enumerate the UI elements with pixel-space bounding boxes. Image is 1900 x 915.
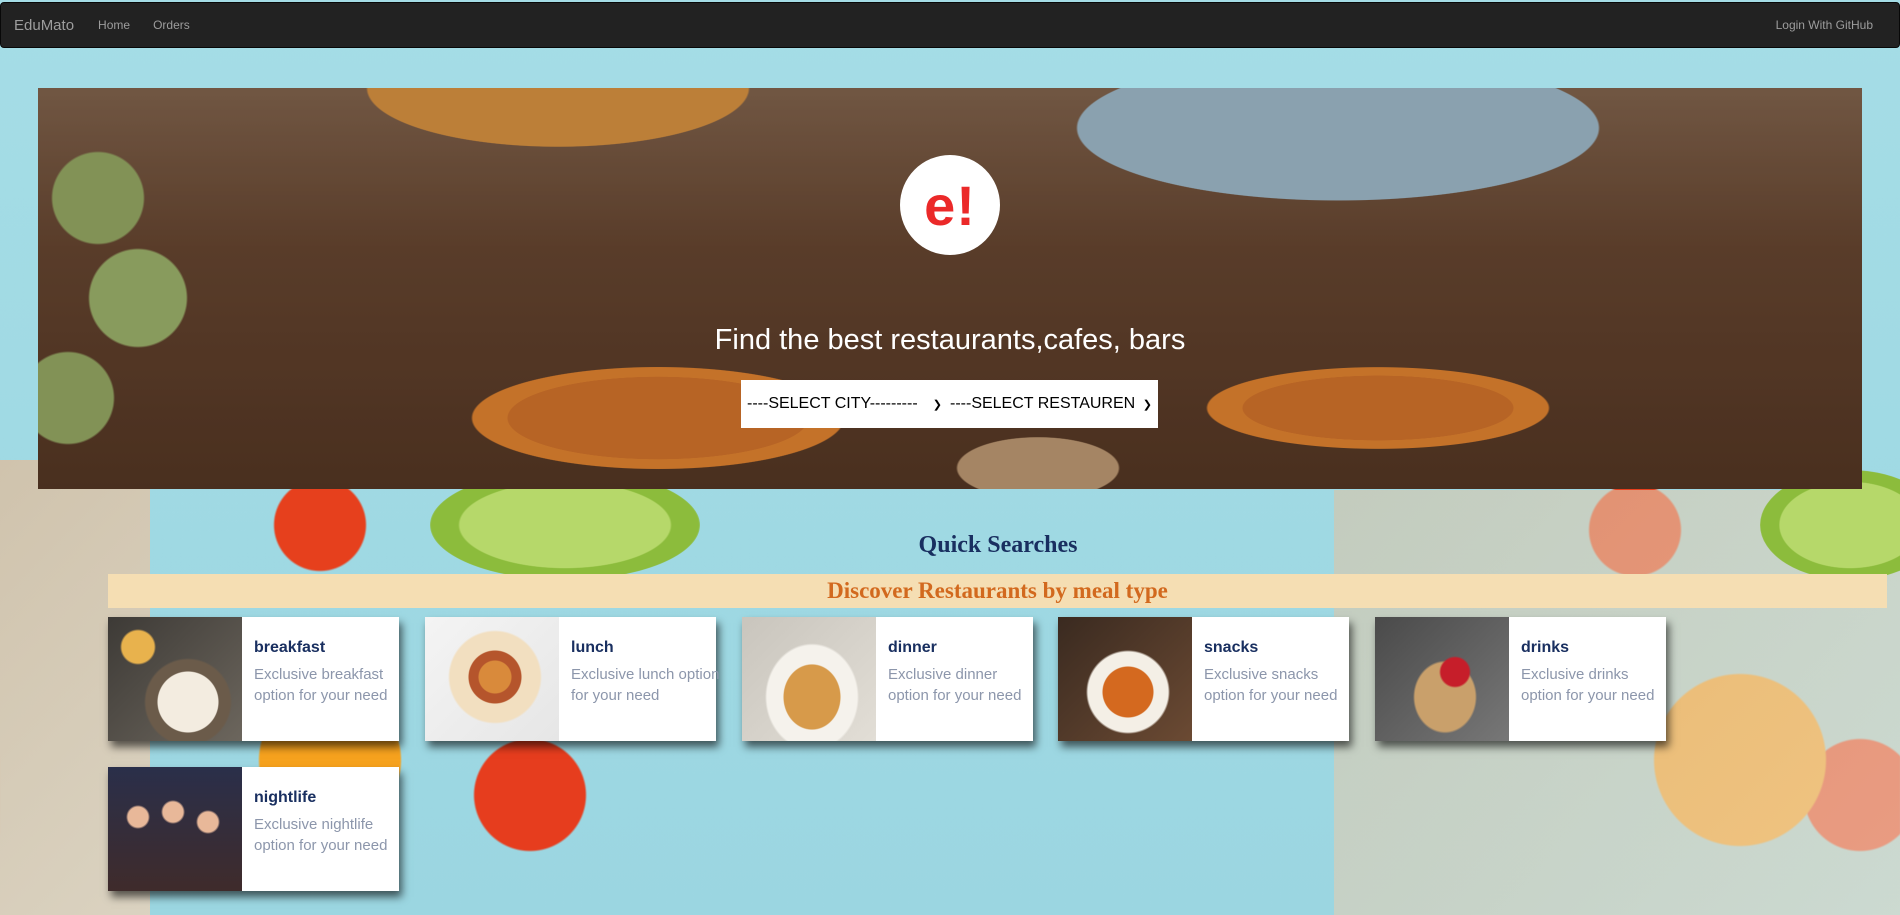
- search-selects: ----SELECT CITY--------- ❯ ----SELECT RE…: [741, 380, 1158, 428]
- top-navbar: EduMato Home Orders Login With GitHub: [0, 2, 1900, 48]
- restaurant-select[interactable]: ----SELECT RESTAUREN ❯: [946, 380, 1156, 428]
- meal-card-title: lunch: [571, 639, 614, 656]
- logo: e!: [900, 155, 1000, 255]
- meal-card-lunch[interactable]: lunch Exclusive lunch option for your ne…: [425, 617, 719, 741]
- meal-card-desc: Exclusive dinner option for your need: [888, 666, 1022, 704]
- meal-card-nightlife[interactable]: nightlife Exclusive nightlife option for…: [108, 767, 399, 891]
- nav-link-home[interactable]: Home: [98, 18, 130, 32]
- meal-card-desc: Exclusive nightlife option for your need: [254, 816, 388, 854]
- meal-card-dinner[interactable]: dinner Exclusive dinner option for your …: [742, 617, 1033, 741]
- meal-card-title: breakfast: [254, 639, 326, 656]
- meal-card-title: snacks: [1204, 639, 1259, 656]
- meal-card-desc: Exclusive drinks option for your need: [1521, 666, 1655, 704]
- drinks-image: [1375, 617, 1509, 741]
- nightlife-image: [108, 767, 242, 891]
- snacks-image: [1058, 617, 1192, 741]
- hero-title: Find the best restaurants,cafes, bars: [714, 324, 1186, 356]
- restaurant-select-value: ----SELECT RESTAUREN: [950, 395, 1135, 412]
- quick-searches-title: Quick Searches: [918, 532, 1078, 558]
- lunch-image: [425, 617, 559, 741]
- meal-card-desc: Exclusive snacks option for your need: [1204, 666, 1338, 704]
- login-github-link[interactable]: Login With GitHub: [1776, 18, 1873, 32]
- meal-card-title: dinner: [888, 639, 937, 656]
- meal-card-title: nightlife: [254, 789, 317, 806]
- quick-searches-subtitle: Discover Restaurants by meal type: [108, 574, 1887, 608]
- brand-link[interactable]: EduMato: [14, 17, 74, 34]
- hero-banner: e! Find the best restaurants,cafes, bars…: [38, 88, 1862, 489]
- dinner-image: [742, 617, 876, 741]
- breakfast-image: [108, 617, 242, 741]
- meal-card-drinks[interactable]: drinks Exclusive drinks option for your …: [1375, 617, 1666, 741]
- meal-card-desc: Exclusive lunch option for your need: [571, 666, 720, 704]
- city-select[interactable]: ----SELECT CITY--------- ❯: [743, 380, 946, 428]
- meal-card-title: drinks: [1521, 639, 1570, 656]
- meal-card-snacks[interactable]: snacks Exclusive snacks option for your …: [1058, 617, 1349, 741]
- meal-card-desc: Exclusive breakfast option for your need: [254, 666, 388, 704]
- meal-card-breakfast[interactable]: breakfast Exclusive breakfast option for…: [108, 617, 399, 741]
- nav-link-orders[interactable]: Orders: [153, 18, 190, 32]
- city-select-value: ----SELECT CITY---------: [747, 395, 918, 412]
- chevron-down-icon: ❯: [932, 398, 942, 411]
- chevron-down-icon: ❯: [1142, 398, 1152, 411]
